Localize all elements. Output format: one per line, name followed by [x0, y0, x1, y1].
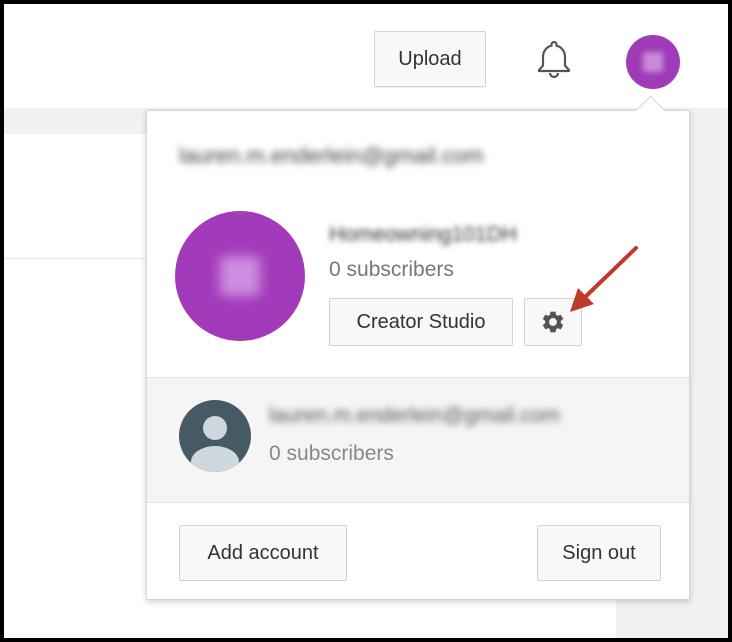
- bell-icon[interactable]: [536, 38, 572, 80]
- other-account-item[interactable]: lauren.m.enderlein@gmail.com 0 subscribe…: [147, 378, 689, 502]
- default-user-avatar-icon: [179, 400, 251, 472]
- channel-avatar-initial: [220, 256, 260, 296]
- upload-button[interactable]: Upload: [374, 31, 486, 87]
- add-account-button[interactable]: Add account: [179, 525, 347, 581]
- masthead: Upload: [4, 4, 728, 108]
- creator-studio-button[interactable]: Creator Studio: [329, 298, 513, 346]
- account-avatar[interactable]: [626, 35, 680, 89]
- channel-subscribers: 0 subscribers: [329, 258, 454, 281]
- avatar-initial-blur: [643, 52, 663, 72]
- account-menu: lauren.m.enderlein@gmail.com Homeowning1…: [146, 95, 690, 600]
- left-divider: [4, 258, 150, 259]
- channel-avatar[interactable]: [175, 211, 305, 341]
- other-account-email: lauren.m.enderlein@gmail.com: [269, 404, 560, 427]
- red-annotation-arrow: [570, 246, 638, 312]
- channel-name: Homeowning101DH: [329, 223, 517, 246]
- account-email: lauren.m.enderlein@gmail.com: [179, 143, 484, 168]
- sign-out-button[interactable]: Sign out: [537, 525, 661, 581]
- other-account-subscribers: 0 subscribers: [269, 442, 394, 465]
- footer-divider: [147, 502, 689, 503]
